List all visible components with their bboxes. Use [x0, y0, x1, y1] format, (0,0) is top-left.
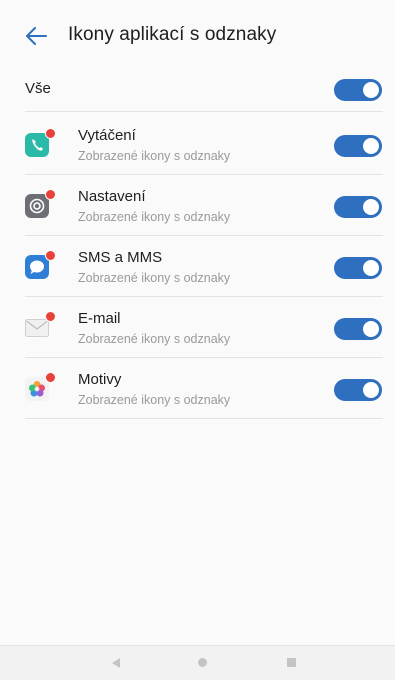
app-row-email[interactable]: E-mail Zobrazené ikony s odznaky [0, 297, 395, 358]
toggle-knob [363, 321, 379, 337]
app-name: SMS a MMS [78, 249, 163, 266]
app-subtitle: Zobrazené ikony s odznaky [78, 332, 231, 346]
toggle-knob [363, 199, 379, 215]
all-apps-label: Vše [25, 80, 51, 97]
toggle-knob [363, 260, 379, 276]
toggle-knob [363, 138, 379, 154]
app-row-vytaceni[interactable]: Vytáčení Zobrazené ikony s odznaky [0, 114, 395, 175]
nav-recent-square-icon[interactable] [287, 658, 296, 667]
toggle-knob [363, 82, 379, 98]
app-subtitle: Zobrazené ikony s odznaky [78, 210, 231, 224]
system-navigation-bar [0, 645, 395, 680]
app-toggle[interactable] [334, 196, 382, 218]
notification-badge [45, 128, 56, 139]
app-row-motivy[interactable]: Motivy Zobrazené ikony s odznaky [0, 358, 395, 419]
app-badge-list: Vytáčení Zobrazené ikony s odznaky Nasta… [0, 114, 395, 419]
notification-badge [45, 250, 56, 261]
app-subtitle: Zobrazené ikony s odznaky [78, 271, 231, 285]
app-name: Vytáčení [78, 127, 136, 144]
all-apps-row[interactable]: Vše [0, 68, 395, 112]
app-name: Nastavení [78, 188, 146, 205]
toggle-knob [363, 382, 379, 398]
divider [25, 111, 383, 112]
app-subtitle: Zobrazené ikony s odznaky [78, 393, 231, 407]
top-app-bar: Ikony aplikací s odznaky [0, 0, 395, 76]
app-toggle[interactable] [334, 379, 382, 401]
nav-home-circle-icon[interactable] [198, 658, 207, 667]
app-name: Motivy [78, 371, 122, 388]
back-arrow-icon[interactable] [22, 22, 50, 50]
page-title: Ikony aplikací s odznaky [68, 24, 277, 45]
notification-badge [45, 311, 56, 322]
app-toggle[interactable] [334, 257, 382, 279]
app-toggle[interactable] [334, 318, 382, 340]
app-row-sms-mms[interactable]: SMS a MMS Zobrazené ikony s odznaky [0, 236, 395, 297]
notification-badge [45, 372, 56, 383]
all-apps-toggle[interactable] [334, 79, 382, 101]
app-row-nastaveni[interactable]: Nastavení Zobrazené ikony s odznaky [0, 175, 395, 236]
divider [25, 418, 383, 419]
app-name: E-mail [78, 310, 121, 327]
notification-badge [45, 189, 56, 200]
nav-back-triangle-icon[interactable] [112, 658, 120, 668]
app-toggle[interactable] [334, 135, 382, 157]
app-subtitle: Zobrazené ikony s odznaky [78, 149, 231, 163]
